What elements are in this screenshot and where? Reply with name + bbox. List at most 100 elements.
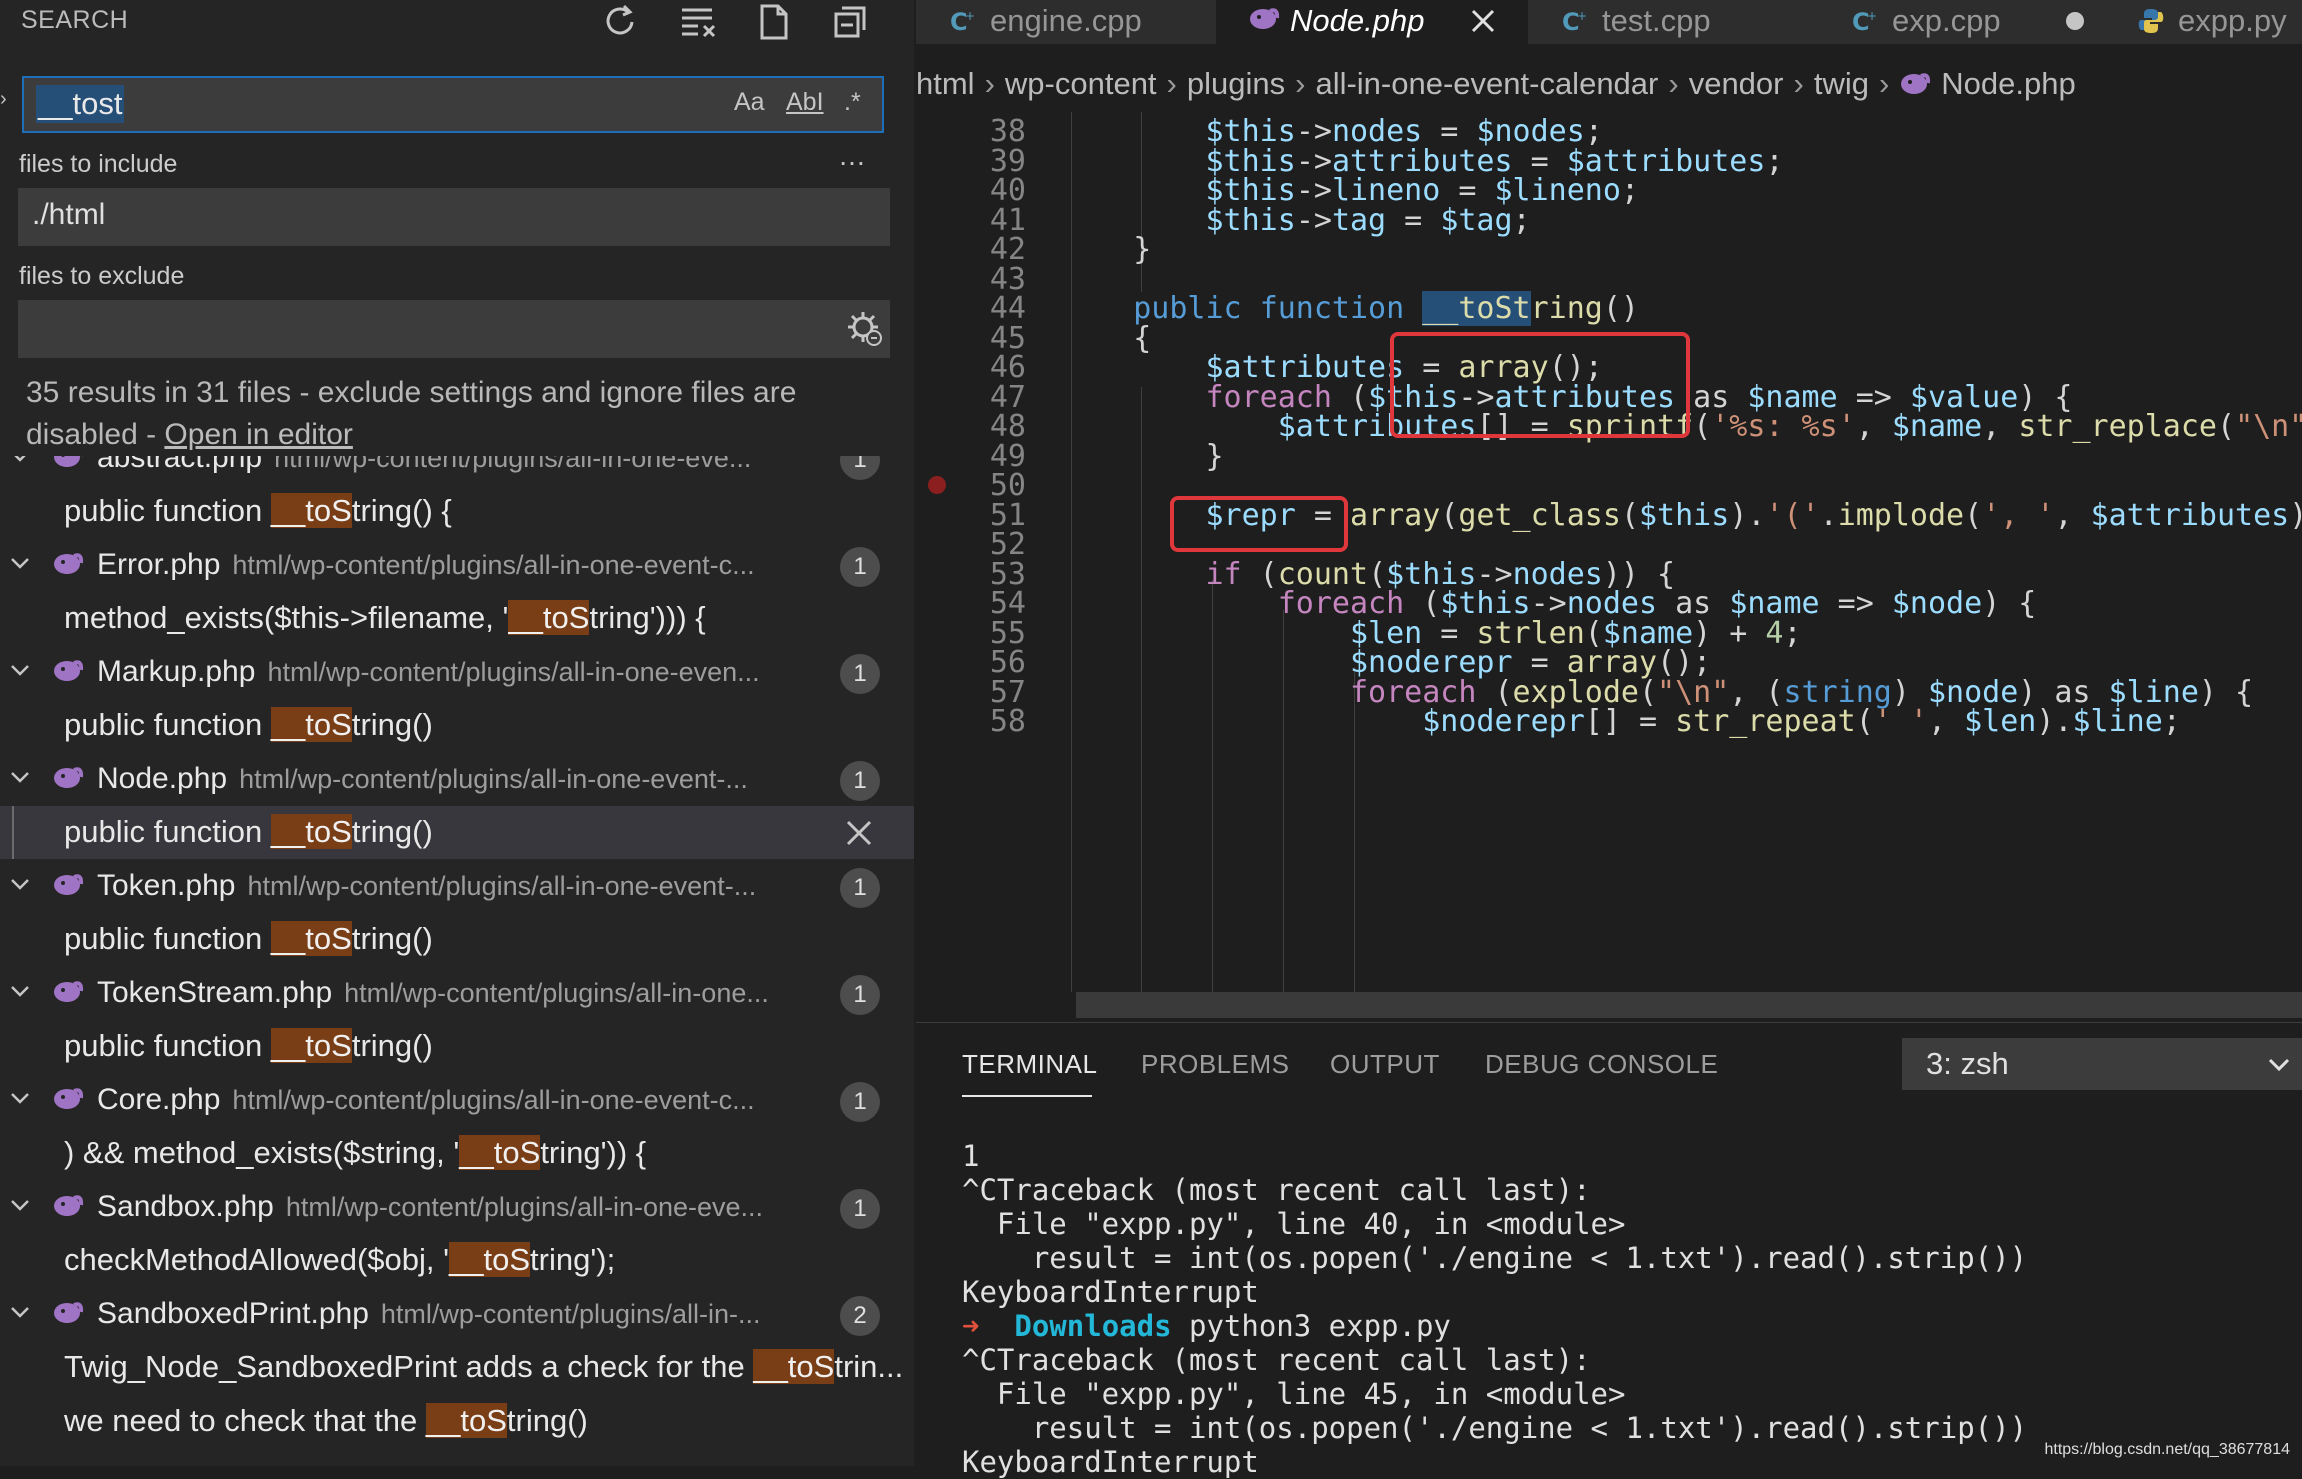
use-exclude-settings-gear-icon[interactable] xyxy=(846,310,884,348)
new-search-editor-icon[interactable] xyxy=(752,0,796,44)
result-file-row[interactable]: Error.php html/wp-content/plugins/all-in-… xyxy=(0,539,914,592)
breadcrumb-item[interactable]: all-in-one-event-calendar xyxy=(1315,66,1658,101)
terminal-selector-dropdown[interactable]: 3: zsh xyxy=(1902,1038,2302,1090)
result-match-row[interactable]: checkMethodAllowed($obj, '__toString'); xyxy=(0,1234,914,1287)
files-to-include-value: ./html xyxy=(32,198,106,231)
search-sidebar: SEARCH › __tost Aa AbI .* … files to inc… xyxy=(0,0,914,1466)
result-file-row[interactable]: Node.php html/wp-content/plugins/all-in-o… xyxy=(0,753,914,806)
chevron-down-icon[interactable] xyxy=(8,1300,32,1324)
result-match-row[interactable]: ) && method_exists($string, '__toString'… xyxy=(0,1127,914,1180)
chevron-down-icon[interactable] xyxy=(8,456,32,468)
tab-engine-cpp[interactable]: C + engine.cpp xyxy=(916,0,1217,44)
breadcrumb-item[interactable]: twig xyxy=(1814,66,1869,101)
chevron-down-icon xyxy=(2266,1052,2292,1078)
php-file-icon xyxy=(52,456,84,470)
breadcrumb-separator-icon: › xyxy=(1166,66,1177,101)
chevron-down-icon[interactable] xyxy=(8,658,32,682)
match-suffix: tring'))) { xyxy=(589,600,706,635)
search-title: SEARCH xyxy=(21,6,129,34)
line-number: 58 xyxy=(989,704,1026,739)
clear-results-icon[interactable] xyxy=(676,0,720,44)
file-path: html/wp-content/plugins/all-in-one-eve..… xyxy=(285,1192,764,1222)
code-line[interactable]: } xyxy=(1061,232,1151,267)
tab-expp-py[interactable]: expp.py xyxy=(2104,0,2302,44)
breadcrumb-item[interactable]: vendor xyxy=(1689,66,1784,101)
tab-debug-console[interactable]: DEBUG CONSOLE xyxy=(1485,1049,1718,1080)
match-text: ) && method_exists($string, '__toString'… xyxy=(64,1135,646,1171)
tab-test-cpp[interactable]: C + test.cpp xyxy=(1528,0,1819,44)
files-to-exclude-input[interactable] xyxy=(18,300,890,358)
code-line[interactable]: } xyxy=(1061,439,1223,474)
result-file-name: Error.php html/wp-content/plugins/all-in-… xyxy=(97,548,755,582)
search-header: SEARCH xyxy=(0,0,914,44)
tab-exp-cpp[interactable]: C + exp.cpp xyxy=(1818,0,2105,44)
match-text: checkMethodAllowed($obj, '__toString'); xyxy=(64,1242,615,1278)
result-match-row[interactable]: public function __toString() xyxy=(0,913,914,966)
tab-label: expp.py xyxy=(2178,3,2287,38)
result-match-row[interactable]: public function __toString() { xyxy=(0,485,914,538)
match-count-badge: 1 xyxy=(840,654,880,694)
match-prefix: method_exists($this->filename, ' xyxy=(64,600,509,635)
files-to-include-label: files to include xyxy=(19,150,178,178)
result-match-row[interactable]: method_exists($this->filename, '__toStri… xyxy=(0,592,914,645)
chevron-down-icon[interactable] xyxy=(8,765,32,789)
breadcrumb-item[interactable]: Node.php xyxy=(1941,66,2075,101)
result-match-row[interactable]: public function __toString() xyxy=(0,699,914,752)
chevron-down-icon[interactable] xyxy=(8,1193,32,1217)
result-match-row[interactable]: public function __toString() xyxy=(0,1020,914,1073)
code-editor[interactable]: 38 $this->nodes = $nodes; 39 $this->attri… xyxy=(916,112,2302,1020)
result-file-row[interactable]: abstract.php html/wp-content/plugins/all-… xyxy=(0,456,914,485)
php-file-icon xyxy=(52,551,84,577)
php-file-icon xyxy=(52,1193,84,1219)
breadcrumb-separator-icon: › xyxy=(1668,66,1679,101)
result-file-row[interactable]: SandboxedPrint.php html/wp-content/plugin… xyxy=(0,1288,914,1341)
close-tab-icon[interactable] xyxy=(1468,6,1498,36)
toggle-search-details-button[interactable]: … xyxy=(838,140,868,172)
result-file-row[interactable]: Core.php html/wp-content/plugins/all-in-o… xyxy=(0,1074,914,1127)
unsaved-dot-icon[interactable] xyxy=(2066,12,2084,30)
result-file-row[interactable]: Token.php html/wp-content/plugins/all-in-… xyxy=(0,860,914,913)
breadcrumb-item[interactable]: plugins xyxy=(1187,66,1285,101)
chevron-down-icon[interactable] xyxy=(8,979,32,1003)
breadcrumb-item[interactable]: html xyxy=(916,66,975,101)
horizontal-scrollbar[interactable] xyxy=(1076,992,2302,1018)
toggle-replace-chevron-icon[interactable]: › xyxy=(0,88,16,118)
tab-output[interactable]: OUTPUT xyxy=(1330,1049,1440,1080)
svg-text:+: + xyxy=(1577,9,1587,23)
use-regex-icon[interactable]: .* xyxy=(844,88,861,117)
result-file-name: TokenStream.php html/wp-content/plugins/a… xyxy=(97,976,769,1010)
breadcrumb-separator-icon: › xyxy=(1295,66,1306,101)
search-input[interactable]: __tost Aa AbI .* xyxy=(22,76,884,133)
files-to-include-input[interactable]: ./html xyxy=(18,188,890,246)
watermark: https://blog.csdn.net/qq_38677814 xyxy=(2044,1441,2290,1458)
match-count-badge: 1 xyxy=(840,975,880,1015)
match-case-icon[interactable]: Aa xyxy=(734,88,765,117)
collapse-all-icon[interactable] xyxy=(828,0,872,44)
refresh-icon[interactable] xyxy=(598,0,642,44)
file-name: SandboxedPrint.php xyxy=(97,1297,369,1330)
dismiss-result-icon[interactable] xyxy=(842,816,876,850)
result-file-row[interactable]: TokenStream.php html/wp-content/plugins/a… xyxy=(0,967,914,1020)
php-file-icon xyxy=(52,872,84,898)
breadcrumb-item[interactable]: wp-content xyxy=(1005,66,1157,101)
match-text: we need to check that the __toString() xyxy=(64,1403,588,1439)
result-file-row[interactable]: Sandbox.php html/wp-content/plugins/all-i… xyxy=(0,1181,914,1234)
open-in-editor-link[interactable]: Open in editor xyxy=(164,418,352,451)
result-match-row[interactable]: Twig_Node_SandboxedPrint adds a check fo… xyxy=(0,1341,914,1394)
result-file-row[interactable]: Markup.php html/wp-content/plugins/all-in… xyxy=(0,646,914,699)
chevron-down-icon[interactable] xyxy=(8,551,32,575)
tab-problems[interactable]: PROBLEMS xyxy=(1141,1049,1290,1080)
result-match-row[interactable]: public function __toString() xyxy=(0,806,914,859)
prompt-command: python3 expp.py xyxy=(1171,1309,1451,1343)
terminal-output[interactable]: 1 ^CTraceback (most recent call last): Fi… xyxy=(962,1139,2282,1479)
result-match-row[interactable]: we need to check that the __toString() xyxy=(0,1395,914,1448)
chevron-down-icon[interactable] xyxy=(8,872,32,896)
breakpoint-icon[interactable] xyxy=(928,476,946,494)
tab-terminal[interactable]: TERMINAL xyxy=(962,1049,1097,1080)
match-whole-word-icon[interactable]: AbI xyxy=(786,88,824,117)
match-text: public function __toString() xyxy=(64,1028,433,1064)
tab-Node-php[interactable]: Node.php xyxy=(1216,0,1529,44)
php-file-icon xyxy=(52,979,84,1005)
code-line[interactable]: $noderepr[] = str_repeat(' ', $len).$lin… xyxy=(1061,704,2181,739)
chevron-down-icon[interactable] xyxy=(8,1086,32,1110)
